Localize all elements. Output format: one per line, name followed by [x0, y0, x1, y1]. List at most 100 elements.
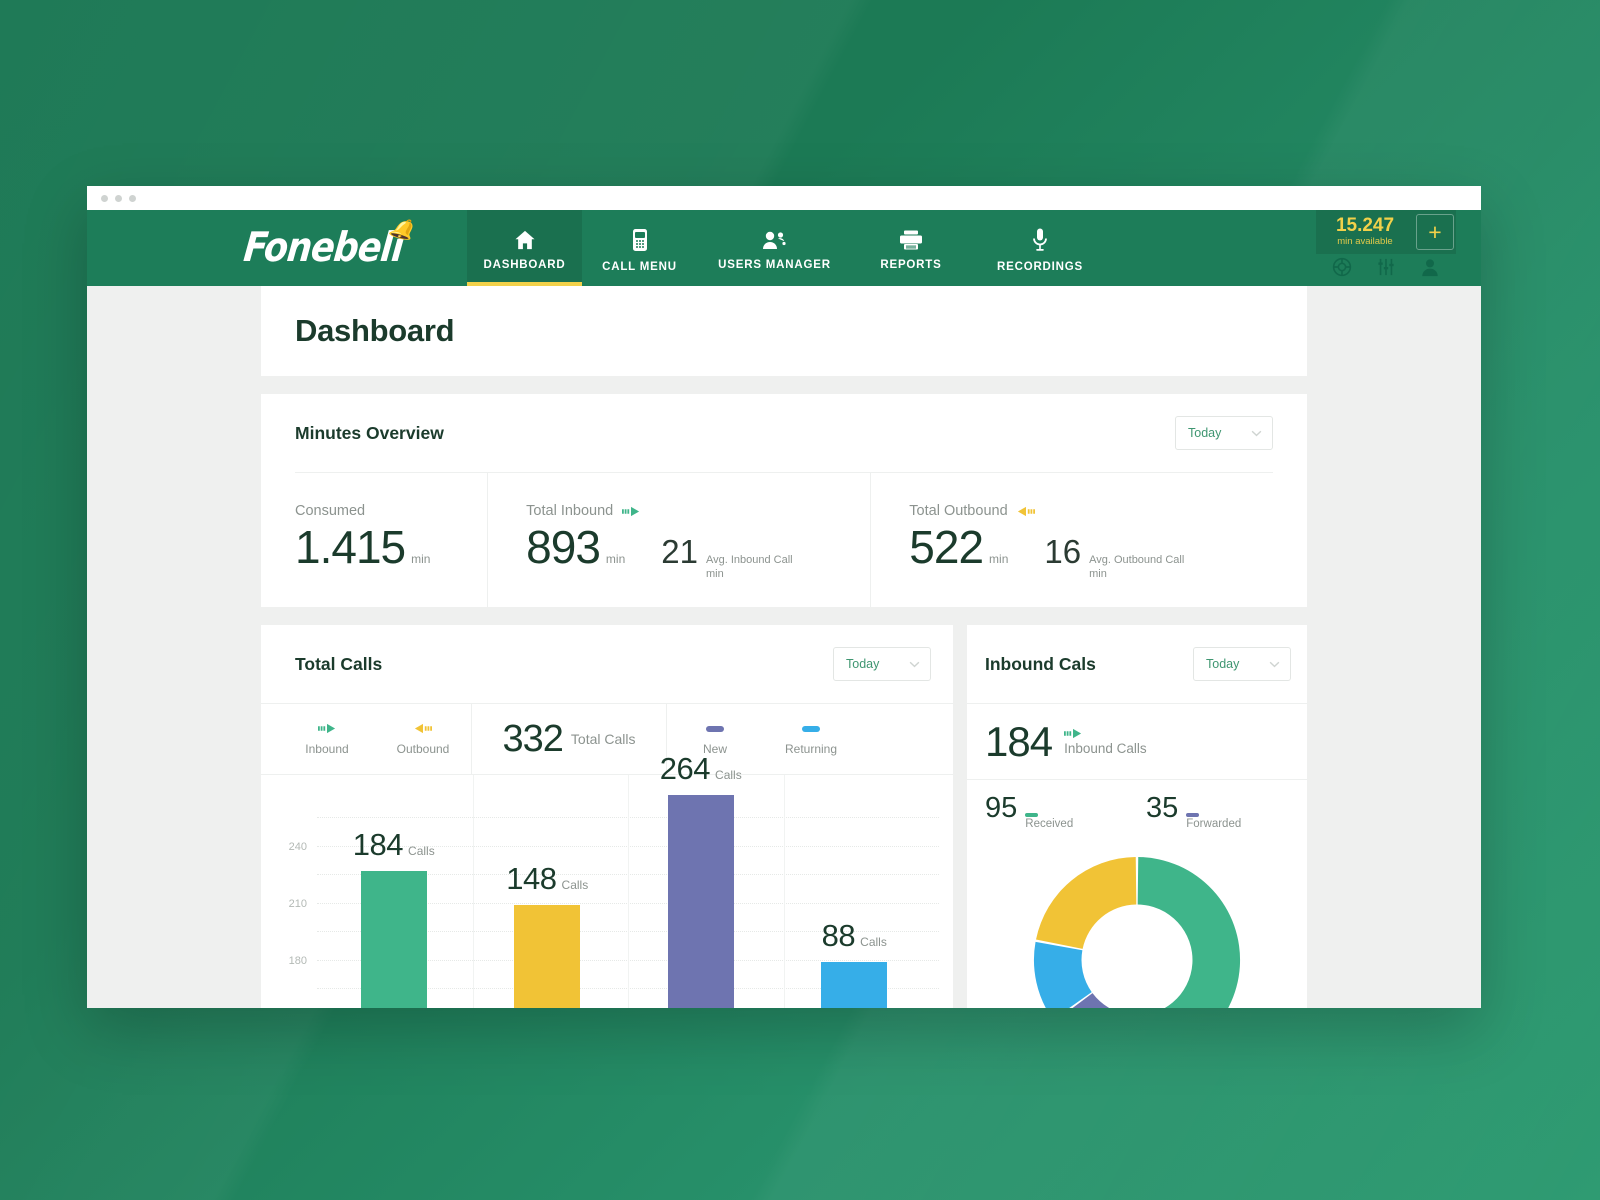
window-close-dot[interactable] — [101, 194, 108, 202]
users-icon — [762, 230, 788, 250]
inbound-calls-value: 184 — [985, 717, 1053, 765]
total-calls-range-select[interactable]: Today — [833, 647, 931, 681]
nav-item-call-menu[interactable]: CALL MENU — [582, 210, 697, 286]
received-value: 95 — [985, 791, 1018, 824]
new-swatch-icon — [706, 723, 724, 735]
inbound-calls-headline: 184 Inbound Calls — [967, 703, 1307, 779]
nav-item-dashboard[interactable]: DASHBOARD — [467, 210, 582, 286]
total-inbound-label: Total Inbound — [526, 503, 614, 519]
nav-items: DASHBOARD CALL MENU USERS MANAGER REPORT… — [467, 210, 1110, 286]
bar-outbound[interactable] — [514, 904, 581, 1008]
page-title: Dashboard — [295, 313, 455, 348]
donut-slice-inbound[interactable] — [1125, 856, 1241, 1008]
minutes-overview-range-select[interactable]: Today — [1175, 416, 1273, 450]
bar-value-label: 184 Calls — [353, 827, 435, 863]
inbound-calls-range-select[interactable]: Today — [1193, 647, 1291, 681]
stat-consumed: Consumed 1.415 min — [295, 473, 487, 607]
range-label: Today — [846, 657, 880, 671]
inbound-calls-breakdown: 95 Received 35 Forwarded — [967, 779, 1307, 841]
legend-inbound: Inbound — [279, 723, 375, 756]
inbound-calls-label: Inbound Calls — [1064, 740, 1147, 756]
nav-label-reports: REPORTS — [880, 258, 942, 271]
y-axis-tick: 240 — [288, 840, 307, 853]
inbound-calls-donut-chart — [967, 841, 1307, 1008]
window-maximize-dot[interactable] — [129, 194, 136, 202]
brand-logo[interactable]: Fonebeli 🔔 — [87, 210, 467, 286]
bar-new[interactable] — [667, 794, 734, 1008]
total-calls-legend: Inbound Outbound 332 Total Calls New Ret… — [261, 703, 953, 775]
total-inbound-value: 893 — [526, 521, 601, 573]
bar-unit: Calls — [561, 877, 589, 892]
bar-unit: Calls — [860, 934, 887, 949]
browser-window: Fonebeli 🔔 DASHBOARD CALL MENU USERS MAN… — [87, 186, 1481, 1008]
bar-value: 264 — [659, 750, 711, 786]
minutes-caption: min available — [1337, 236, 1393, 248]
total-calls-title: Total Calls — [295, 653, 383, 674]
minutes-available: 15.247 min available — [1316, 210, 1416, 254]
avg-inbound-value: 21 — [661, 533, 698, 570]
stat-forwarded: 35 Forwarded — [1146, 792, 1307, 830]
inbound-arrow-icon — [318, 723, 336, 735]
nav-label-users-manager: USERS MANAGER — [718, 258, 831, 271]
nav-item-recordings[interactable]: RECORDINGS — [970, 210, 1110, 286]
nav-right-block: 15.247 min available + — [1316, 210, 1456, 286]
total-inbound-unit: min — [605, 552, 626, 566]
bar-slot-new: 264 Calls — [624, 751, 778, 1008]
consumed-label: Consumed — [295, 503, 366, 519]
stat-total-inbound: Total Inbound 893 min 21 Avg. Inbound Ca… — [487, 473, 870, 607]
consumed-unit: min — [411, 552, 431, 566]
bar-value: 148 — [506, 860, 557, 896]
chevron-down-icon — [1269, 661, 1280, 668]
bar-unit: Calls — [408, 843, 435, 858]
bar-inbound[interactable] — [360, 870, 427, 1008]
legend-outbound: Outbound — [375, 723, 471, 756]
bar-value-label: 264 Calls — [660, 751, 742, 787]
outbound-arrow-icon — [1017, 506, 1035, 517]
window-minimize-dot[interactable] — [115, 194, 122, 202]
total-calls-header: Total Calls Today — [261, 625, 953, 703]
avg-inbound-label: Avg. Inbound Call — [705, 554, 793, 566]
page-body: Dashboard Minutes Overview Today Consume… — [87, 286, 1481, 1008]
legend-label-returning: Returning — [784, 741, 838, 756]
brand-name: Fonebeli — [241, 224, 406, 272]
nav-item-reports[interactable]: REPORTS — [852, 210, 970, 286]
home-icon — [514, 230, 536, 250]
total-calls-summary: 332 Total Calls — [471, 704, 667, 774]
chevron-down-icon — [909, 661, 920, 668]
avg-outbound-label: Avg. Outbound Call — [1089, 554, 1185, 566]
avg-outbound-value: 16 — [1044, 533, 1082, 570]
minutes-overview-body: Consumed 1.415 min Total Inbound 893 min… — [295, 472, 1273, 607]
minutes-overview-card: Minutes Overview Today Consumed 1.415 mi… — [261, 394, 1307, 607]
sliders-icon[interactable] — [1376, 257, 1396, 277]
total-outbound-label: Total Outbound — [909, 503, 1008, 519]
top-navigation: Fonebeli 🔔 DASHBOARD CALL MENU USERS MAN… — [87, 210, 1481, 286]
bottom-row: Total Calls Today Inbound Outbound 332 T… — [261, 625, 1307, 1008]
chart-bars: 184 Calls 148 Calls 264 Calls 88 Calls — [317, 751, 932, 1008]
chevron-down-icon — [1251, 430, 1262, 437]
mobile-phone-icon — [632, 228, 648, 252]
received-label: Received — [1025, 817, 1074, 830]
legend-label-inbound: Inbound — [305, 741, 349, 756]
y-axis-tick: 210 — [288, 897, 307, 910]
total-outbound-unit: min — [989, 552, 1009, 566]
user-icon[interactable] — [1420, 257, 1440, 277]
range-label: Today — [1206, 657, 1240, 671]
minutes-available-block: 15.247 min available + — [1316, 210, 1456, 254]
bar-slot-returning: 88 Calls — [778, 789, 932, 1008]
bar-value-label: 88 Calls — [822, 918, 887, 954]
legend-label-outbound: Outbound — [396, 741, 450, 756]
minutes-overview-header: Minutes Overview Today — [295, 394, 1273, 472]
bar-value: 88 — [821, 917, 856, 953]
add-minutes-button[interactable]: + — [1416, 214, 1454, 250]
inbound-arrow-icon — [1064, 728, 1147, 739]
bar-slot-inbound: 184 Calls — [317, 789, 471, 1008]
lifebuoy-icon[interactable] — [1332, 257, 1352, 277]
range-label: Today — [1188, 426, 1222, 440]
received-swatch-icon — [1025, 812, 1039, 817]
bar-returning[interactable] — [821, 961, 888, 1008]
forwarded-swatch-icon — [1186, 812, 1200, 817]
donut-slice-returning[interactable] — [1033, 941, 1092, 1008]
page-title-card: Dashboard — [261, 286, 1307, 376]
donut-slice-outbound[interactable] — [1036, 856, 1137, 949]
nav-item-users-manager[interactable]: USERS MANAGER — [697, 210, 852, 286]
